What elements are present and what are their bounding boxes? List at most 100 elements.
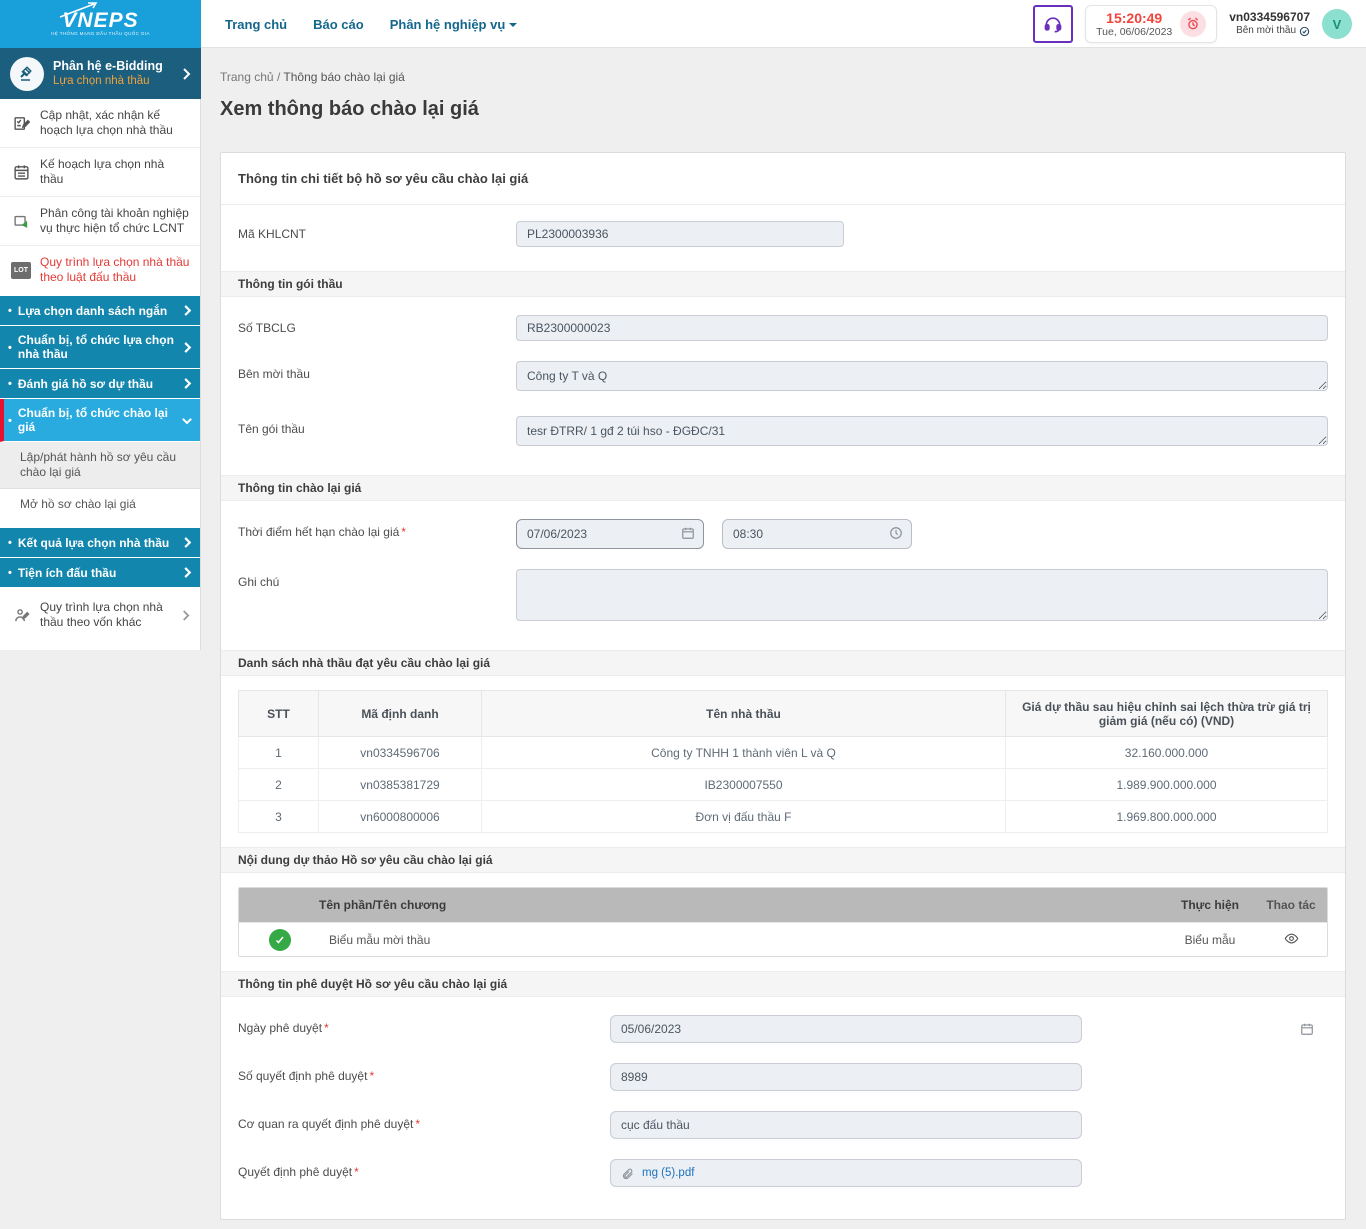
col-header-action: Thao tác (1255, 898, 1327, 912)
label-so-quyet-dinh: Số quyết định phê duyệt* (238, 1063, 610, 1083)
lot-icon: LOT (10, 262, 32, 279)
draft-exec-link[interactable]: Biểu mẫu (1165, 933, 1255, 947)
sidebar-item-label: Cập nhật, xác nhận kế hoạch lựa chọn nhà… (40, 108, 190, 138)
sidebar-subitem-open-requote[interactable]: Mở hồ sơ chào lại giá (0, 489, 200, 520)
cell-stt: 2 (239, 769, 319, 801)
avatar[interactable]: V (1322, 9, 1352, 39)
bullet-icon (8, 413, 12, 428)
bullet-icon (8, 340, 12, 355)
top-nav: Trang chủ Báo cáo Phân hệ nghiệp vụ (225, 0, 517, 48)
deadline-time-input[interactable] (722, 519, 912, 549)
section-du-thao-title: Nội dung dự thảo Hồ sơ yêu cầu chào lại … (221, 847, 1345, 873)
label-ghi-chu: Ghi chú (238, 569, 516, 589)
label-ben-moi-thau: Bên mời thầu (238, 361, 516, 381)
clock-date: Tue, 06/06/2023 (1096, 26, 1172, 38)
section-phe-duyet-title: Thông tin phê duyệt Hồ sơ yêu cầu chào l… (221, 971, 1345, 997)
cell-name: Đơn vị đấu thầu F (482, 801, 1006, 833)
col-header-name: Tên nhà thầu (482, 691, 1006, 737)
breadcrumb-home[interactable]: Trang chủ (220, 70, 274, 84)
sidebar-item-process-bidding-law[interactable]: LOT Quy trình lựa chọn nhà thầu theo luậ… (0, 246, 200, 294)
sidebar-item-assign-accounts[interactable]: Phân công tài khoản nghiệp vụ thực hiện … (0, 197, 200, 246)
user-info[interactable]: vn0334596707 Bên mời thầu (1229, 10, 1310, 38)
bullet-icon (8, 565, 12, 580)
breadcrumb: Trang chủ / Thông báo chào lại giá (220, 70, 1346, 84)
sidebar-item-prepare-organize-selection[interactable]: Chuẩn bị, tổ chức lựa chọn nhà thầu (0, 326, 200, 369)
chevron-right-icon (182, 342, 192, 353)
label-ma-khlcnt: Mã KHLCNT (238, 221, 516, 241)
col-header-stt: STT (239, 691, 319, 737)
vneps-logo[interactable]: VNEPS HỆ THỐNG MẠNG ĐẤU THẦU QUỐC GIA (0, 0, 201, 48)
sidebar-item-plan[interactable]: Kế hoạch lựa chọn nhà thầu (0, 148, 200, 197)
view-button[interactable] (1284, 932, 1299, 945)
sidebar-item-evaluate-bids[interactable]: Đánh giá hồ sơ dự thầu (0, 369, 200, 399)
chevron-down-icon (182, 416, 192, 425)
module-subtitle: Lựa chọn nhà thầu (53, 74, 172, 88)
table-row: 2 vn0385381729 IB2300007550 1.989.900.00… (239, 769, 1328, 801)
section-chao-lai-gia-title: Thông tin chào lại giá (221, 475, 1345, 501)
module-title: Phân hệ e-Bidding (53, 59, 172, 74)
section-danh-sach-title: Danh sách nhà thầu đạt yêu cầu chào lại … (221, 650, 1345, 676)
support-headset-button[interactable] (1033, 5, 1073, 43)
label-so-tbclg: Số TBCLG (238, 315, 516, 335)
chevron-right-icon (181, 68, 191, 80)
check-circle-icon (269, 929, 291, 951)
required-mark: * (354, 1165, 359, 1179)
required-mark: * (369, 1069, 374, 1083)
required-mark: * (415, 1117, 420, 1131)
alarm-clock-icon[interactable] (1180, 11, 1206, 37)
gavel-icon (10, 57, 44, 91)
sidebar-item-prepare-requote[interactable]: Chuẩn bị, tổ chức chào lại giá (0, 399, 200, 442)
sidebar-item-update-confirm-plan[interactable]: Cập nhật, xác nhận kế hoạch lựa chọn nhà… (0, 99, 200, 148)
sidebar-item-process-other-capital[interactable]: Quy trình lựa chọn nhà thầu theo vốn khá… (0, 588, 200, 642)
col-header-price: Giá dự thầu sau hiệu chỉnh sai lệch thừa… (1006, 691, 1328, 737)
eye-icon (1284, 932, 1299, 945)
sidebar-module-header[interactable]: Phân hệ e-Bidding Lựa chọn nhà thầu (0, 48, 201, 99)
cell-code: vn6000800006 (319, 801, 482, 833)
col-header-exec: Thực hiện (1165, 898, 1255, 912)
ma-khlcnt-input[interactable] (516, 221, 844, 247)
ten-goi-thau-textarea[interactable]: tesr ĐTRR/ 1 gđ 2 túi hso - ĐGĐC/31 (516, 416, 1328, 446)
breadcrumb-current: Thông báo chào lại giá (283, 70, 404, 84)
nav-reports[interactable]: Báo cáo (313, 17, 364, 32)
clock-time: 15:20:49 (1096, 10, 1172, 26)
col-header-section-name: Tên phần/Tên chương (239, 898, 1165, 912)
caret-down-icon (509, 23, 517, 27)
deadline-date-input[interactable] (516, 519, 704, 549)
paperclip-icon (621, 1167, 634, 1180)
col-header-code: Mã định danh (319, 691, 482, 737)
decision-file-field: mg (5).pdf (610, 1159, 1082, 1187)
section-goi-thau-title: Thông tin gói thầu (221, 271, 1345, 297)
chevron-right-icon (181, 610, 190, 621)
cell-code: vn0334596706 (319, 737, 482, 769)
co-quan-input[interactable] (610, 1111, 1082, 1139)
sidebar-item-bidding-utilities[interactable]: Tiện ích đấu thầu (0, 558, 200, 588)
ben-moi-thau-textarea[interactable]: Công ty T và Q (516, 361, 1328, 391)
cell-code: vn0385381729 (319, 769, 482, 801)
detail-card: Thông tin chi tiết bộ hồ sơ yêu cầu chào… (220, 152, 1346, 1220)
nav-modules[interactable]: Phân hệ nghiệp vụ (390, 17, 518, 32)
chevron-right-icon (182, 537, 192, 548)
sidebar-item-shortlist[interactable]: Lựa chọn danh sách ngắn (0, 296, 200, 326)
sidebar: Phân hệ e-Bidding Lựa chọn nhà thầu Cập … (0, 48, 201, 650)
sidebar-item-label: Phân công tài khoản nghiệp vụ thực hiện … (40, 206, 190, 236)
headset-icon (1043, 14, 1063, 34)
nav-home[interactable]: Trang chủ (225, 17, 287, 32)
page-title: Xem thông báo chào lại giá (220, 98, 1346, 121)
required-mark: * (324, 1021, 329, 1035)
contractor-table: STT Mã định danh Tên nhà thầu Giá dự thầ… (238, 690, 1328, 833)
chevron-right-icon (182, 567, 192, 578)
breadcrumb-separator: / (277, 70, 280, 84)
ngay-phe-duyet-input[interactable] (610, 1015, 1082, 1043)
cell-price: 1.989.900.000.000 (1006, 769, 1328, 801)
sidebar-item-label: Quy trình lựa chọn nhà thầu theo vốn khá… (40, 600, 173, 630)
sidebar-item-label: Quy trình lựa chọn nhà thầu theo luật đấ… (40, 255, 190, 285)
person-edit-icon (10, 607, 32, 624)
checklist-edit-icon (10, 115, 32, 132)
label-ten-goi-thau: Tên gói thầu (238, 416, 516, 436)
so-tbclg-input[interactable] (516, 315, 1328, 341)
decision-file-link[interactable]: mg (5).pdf (642, 1167, 694, 1179)
sidebar-subitem-create-issue-requote[interactable]: Lập/phát hành hồ sơ yêu cầu chào lại giá (0, 442, 200, 489)
sidebar-item-selection-results[interactable]: Kết quả lựa chọn nhà thầu (0, 528, 200, 558)
so-quyet-dinh-input[interactable] (610, 1063, 1082, 1091)
ghi-chu-textarea[interactable] (516, 569, 1328, 621)
